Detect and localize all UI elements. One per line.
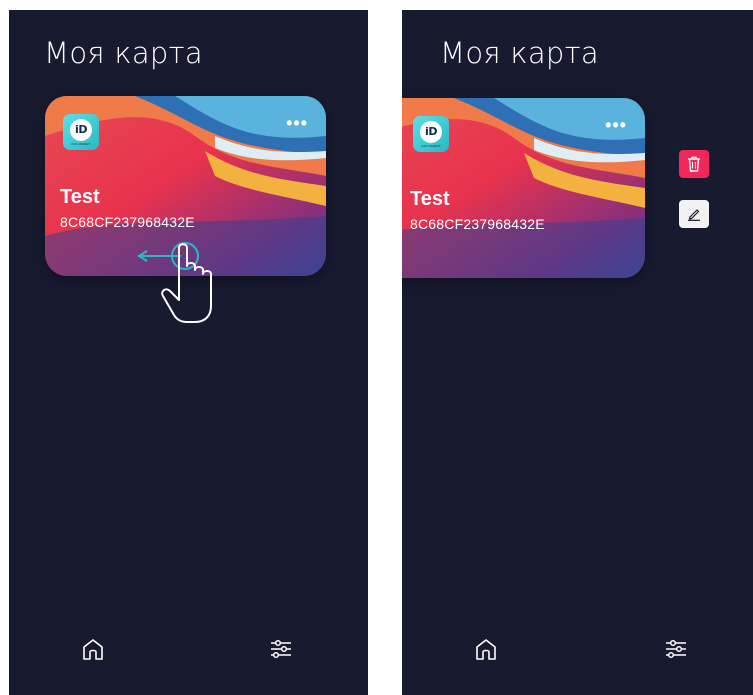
card-logo: iD DOCUMENT (63, 114, 99, 150)
logo-subtext: DOCUMENT (421, 143, 441, 148)
card-name: Test (60, 186, 100, 208)
sliders-icon[interactable] (662, 635, 690, 663)
page-title: Моя карта (440, 36, 599, 70)
logo-mark: iD (420, 120, 442, 143)
home-icon[interactable] (79, 635, 107, 663)
card-number: 8C68CF237968432E (410, 216, 545, 232)
card-logo: iD DOCUMENT (413, 116, 449, 152)
page-title: Моя карта (44, 36, 203, 70)
swipe-left-hand-icon (137, 242, 212, 323)
delete-button[interactable] (679, 150, 709, 178)
edit-button[interactable] (679, 200, 709, 228)
pencil-icon (688, 209, 700, 221)
logo-subtext: DOCUMENT (71, 141, 91, 146)
card-name: Test (410, 188, 450, 210)
sliders-icon[interactable] (267, 635, 295, 663)
screen-swipe-hint: Моя карта iD DOCUMENT ••• Test 8C68CF237… (9, 10, 368, 695)
card-number: 8C68CF237968432E (60, 214, 195, 230)
trash-icon (688, 156, 700, 172)
more-icon[interactable]: ••• (286, 114, 308, 132)
more-icon[interactable]: ••• (605, 116, 627, 134)
id-card[interactable]: iD DOCUMENT ••• Test 8C68CF237968432E (402, 98, 645, 278)
home-icon[interactable] (472, 635, 500, 663)
screen-swiped-card: Моя карта iD DOCUMENT ••• Test 8C68CF237… (402, 10, 753, 695)
logo-mark: iD (70, 118, 92, 141)
